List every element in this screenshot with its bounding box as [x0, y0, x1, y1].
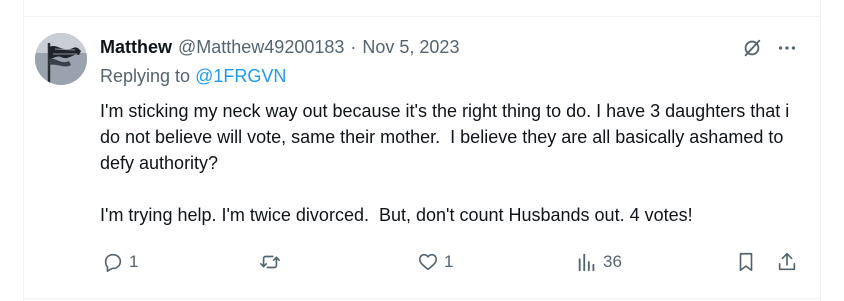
- retweet-icon: [260, 255, 280, 269]
- more-options-icon[interactable]: [776, 37, 798, 59]
- avatar[interactable]: [35, 33, 87, 85]
- divider-right: [820, 0, 821, 301]
- like-count: 1: [444, 252, 454, 271]
- tweet-container[interactable]: Matthew @Matthew49200183 · Nov 5, 2023 R…: [0, 0, 844, 301]
- like-button[interactable]: 1: [417, 250, 453, 274]
- separator-dot: ·: [350, 36, 357, 57]
- user-handle[interactable]: @Matthew49200183: [178, 37, 344, 58]
- grok-icon[interactable]: [741, 37, 763, 59]
- retweet-button[interactable]: [259, 250, 281, 274]
- divider-left: [23, 0, 24, 301]
- divider-bottom: [23, 298, 821, 299]
- views-icon: [578, 253, 595, 272]
- display-name[interactable]: Matthew: [100, 37, 172, 58]
- share-button[interactable]: [776, 250, 798, 274]
- replying-to-link[interactable]: @1FRGVN: [195, 66, 286, 86]
- replying-to-label: Replying to: [100, 66, 191, 86]
- divider-top: [23, 16, 821, 17]
- tweet-header: Matthew @Matthew49200183 · Nov 5, 2023: [100, 36, 459, 58]
- like-icon: [418, 253, 438, 271]
- views-button[interactable]: 36: [576, 250, 622, 274]
- bookmark-button[interactable]: [735, 250, 757, 274]
- reply-icon: [104, 253, 122, 272]
- reply-count: 1: [129, 252, 139, 271]
- share-icon: [778, 252, 796, 271]
- views-count: 36: [603, 252, 622, 271]
- tweet-timestamp[interactable]: Nov 5, 2023: [362, 37, 459, 58]
- flag-image: [35, 33, 87, 85]
- reply-button[interactable]: 1: [102, 250, 138, 274]
- bookmark-icon: [739, 252, 753, 272]
- replying-to-line: Replying to @1FRGVN: [100, 66, 286, 87]
- tweet-text: I'm sticking my neck way out because it'…: [100, 101, 790, 225]
